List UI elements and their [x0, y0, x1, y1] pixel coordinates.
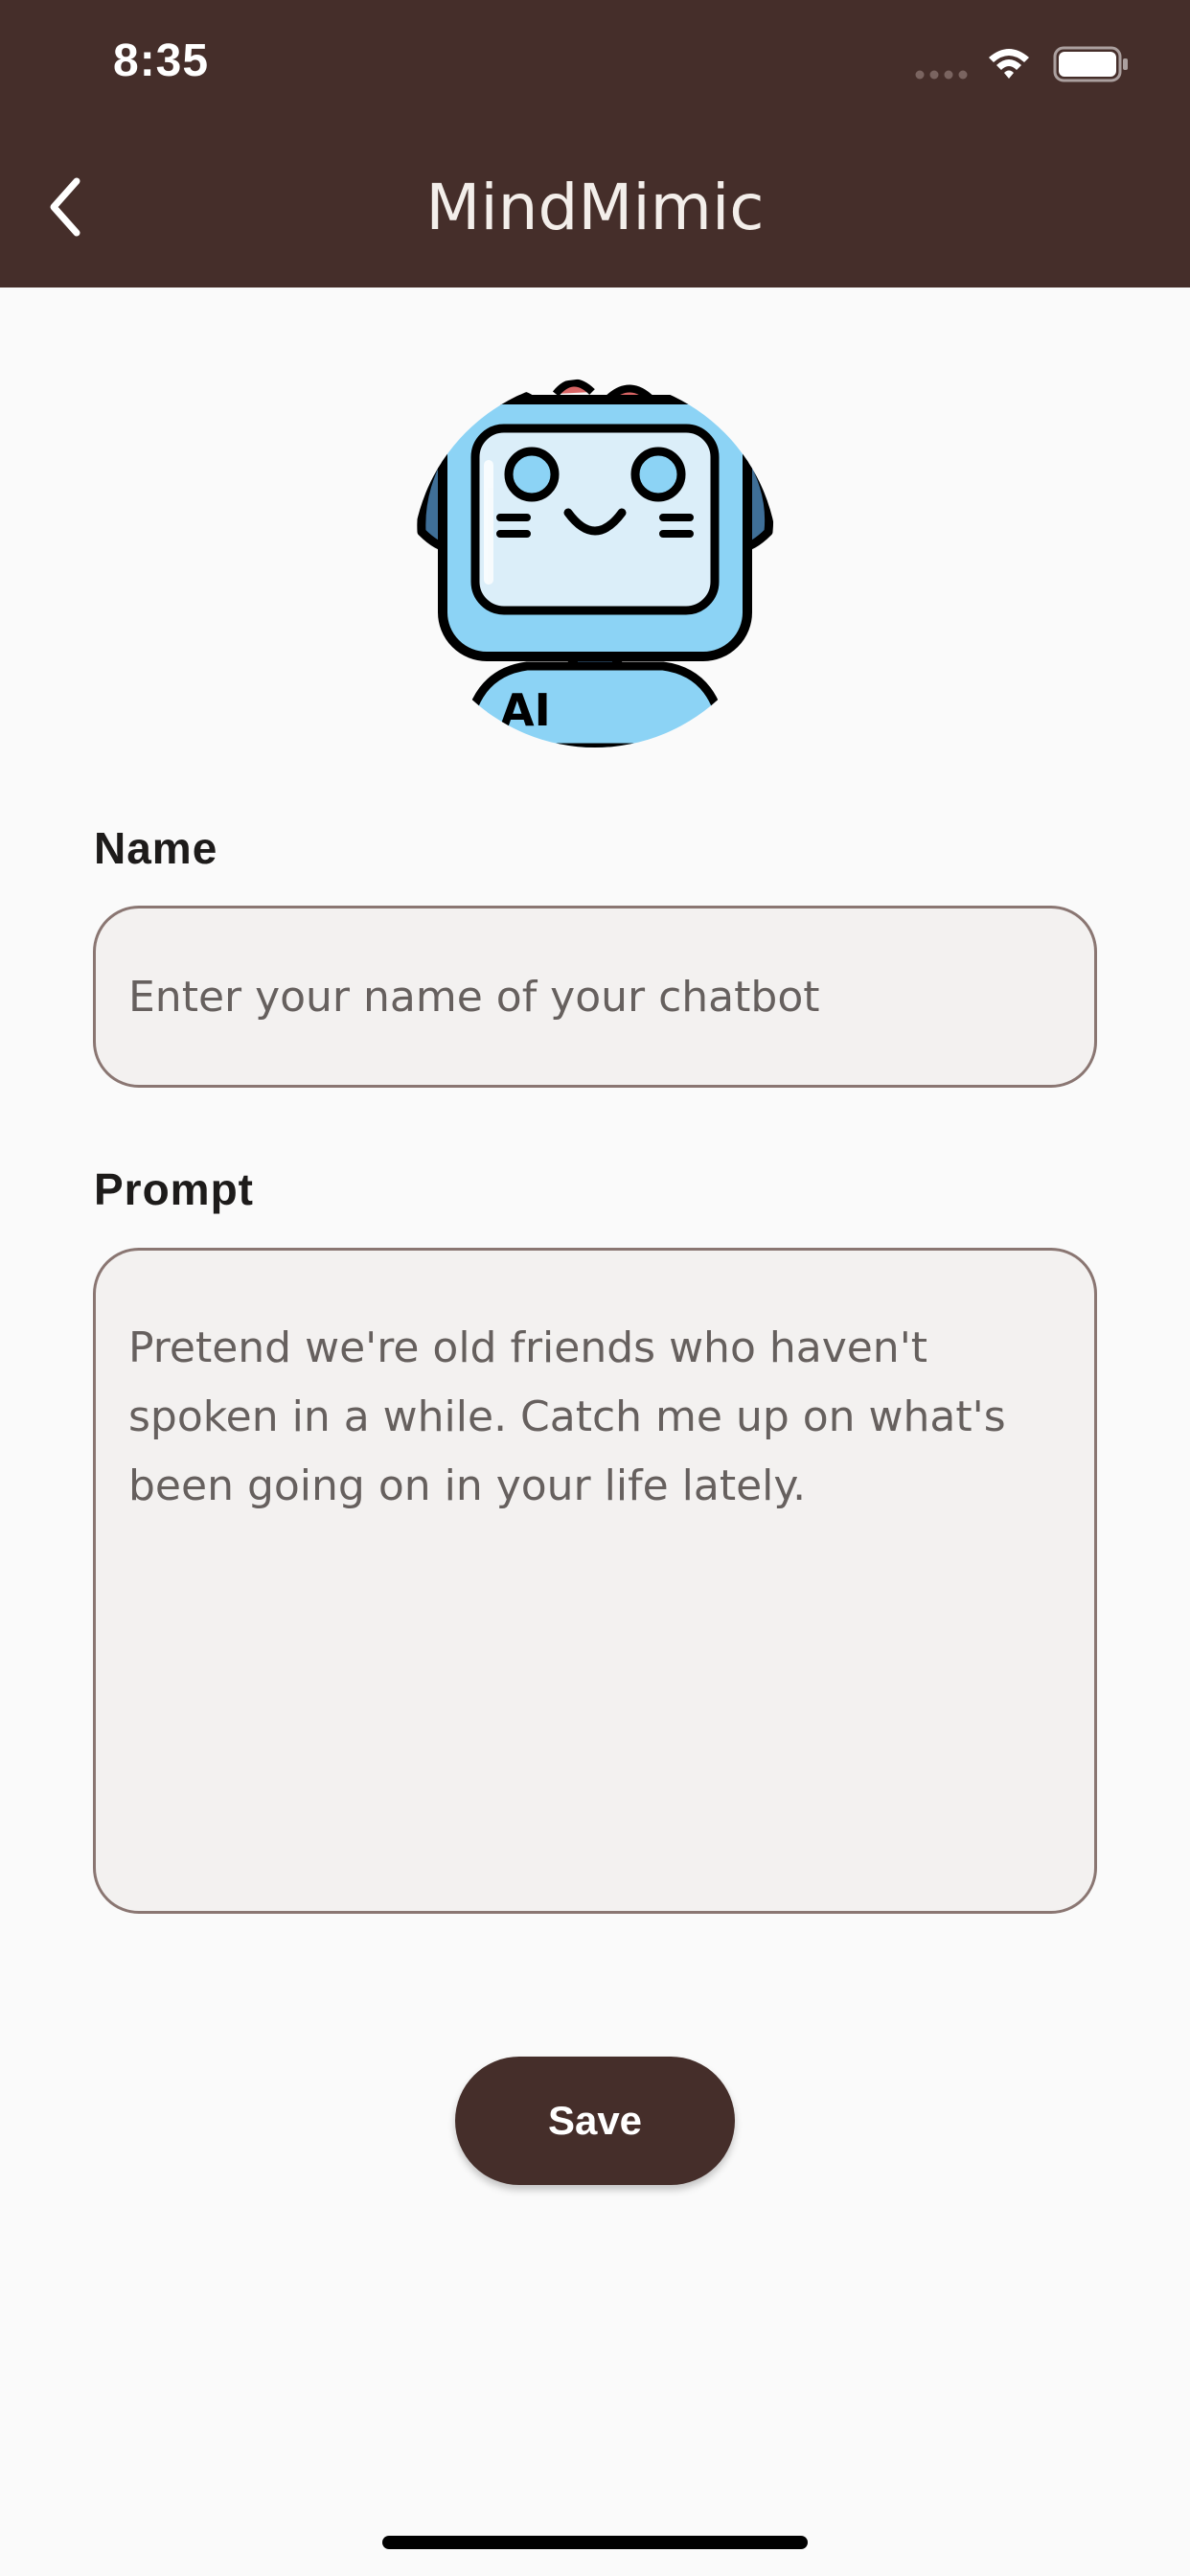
app-bar: 8:35 MindMimic	[0, 0, 1190, 288]
cellular-signal-icon	[915, 70, 968, 80]
ai-badge-text: AI	[500, 684, 551, 736]
save-button[interactable]: Save	[455, 2057, 735, 2185]
robot-avatar-icon: AI	[417, 379, 774, 748]
home-indicator	[382, 2536, 808, 2549]
name-input[interactable]	[93, 906, 1097, 1088]
chatbot-avatar[interactable]: AI	[412, 379, 778, 748]
battery-icon	[1053, 46, 1128, 82]
name-label: Name	[94, 823, 218, 873]
prompt-input[interactable]	[93, 1248, 1097, 1914]
page-title: MindMimic	[425, 171, 765, 244]
status-time: 8:35	[113, 35, 210, 86]
prompt-label: Prompt	[94, 1164, 254, 1214]
wifi-icon	[989, 49, 1029, 79]
